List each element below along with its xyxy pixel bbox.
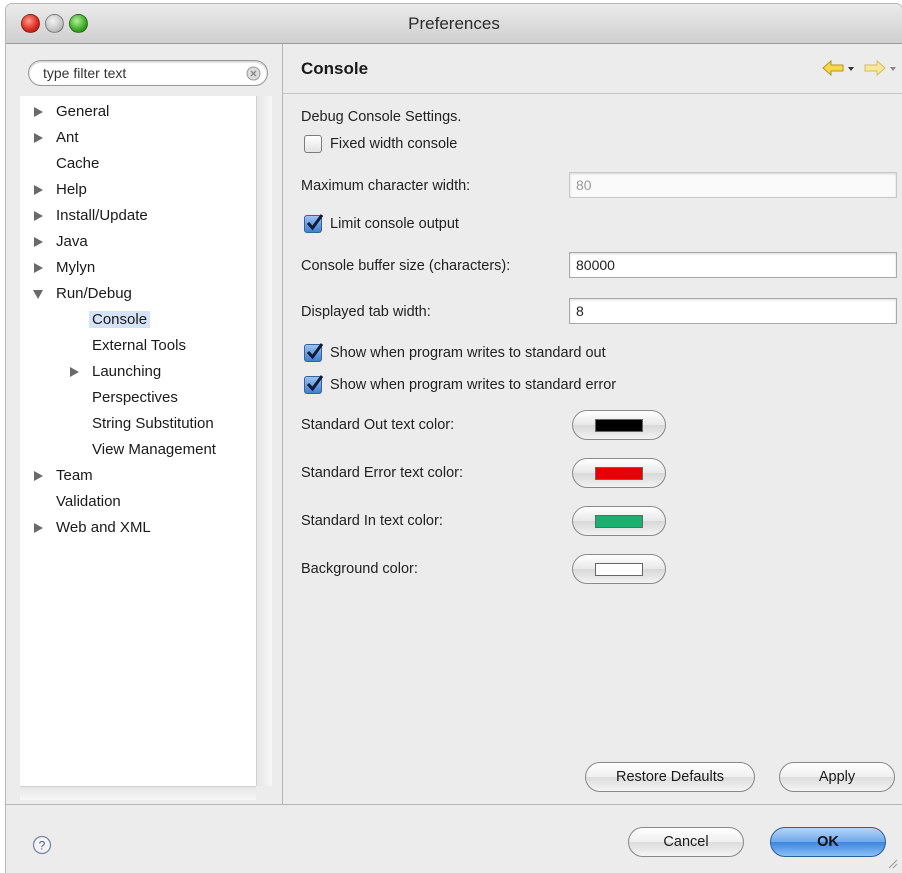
background-color-label: Background color: [301, 561, 418, 577]
tree-item-label: Web and XML [56, 519, 151, 536]
tree-item-java[interactable]: Java [32, 231, 88, 253]
preferences-sidebar: General Ant Cache Help Install/Update Ja… [6, 44, 282, 804]
tree-item-cache[interactable]: Cache [56, 153, 99, 175]
apply-button[interactable]: Apply [779, 762, 895, 792]
tree-item-label: View Management [92, 441, 216, 458]
preferences-tree: General Ant Cache Help Install/Update Ja… [20, 96, 256, 786]
tree-item-label: Mylyn [56, 259, 96, 276]
tree-item-label: General [56, 103, 110, 120]
filter-input[interactable] [43, 64, 243, 82]
fixed-width-checkbox[interactable] [304, 135, 322, 153]
stderr-color-label: Standard Error text color: [301, 465, 463, 481]
buffer-size-field[interactable]: 80000 [569, 252, 897, 278]
expand-arrow-icon[interactable] [32, 106, 44, 118]
tree-item-console[interactable]: Console [89, 309, 151, 331]
tree-item-web-and-xml[interactable]: Web and XML [32, 517, 151, 539]
show-stdout-label: Show when program writes to standard out [330, 345, 606, 361]
limit-output-label: Limit console output [330, 216, 459, 232]
forward-arrow-icon[interactable] [863, 58, 897, 78]
tree-item-perspectives[interactable]: Perspectives [92, 387, 178, 409]
clear-search-icon[interactable] [246, 66, 261, 81]
stdin-color-button[interactable] [572, 506, 666, 536]
svg-text:?: ? [39, 839, 46, 853]
stderr-color-button[interactable] [572, 458, 666, 488]
tree-item-help[interactable]: Help [32, 179, 87, 201]
tree-item-label: Launching [92, 363, 162, 380]
tree-item-team[interactable]: Team [32, 465, 93, 487]
preference-page: Console Debug Console Settings. Fixed wi… [283, 44, 902, 804]
color-swatch [595, 419, 643, 432]
tree-item-label: Team [56, 467, 93, 484]
expand-arrow-icon[interactable] [32, 132, 44, 144]
resize-grip-icon[interactable] [886, 857, 898, 869]
help-icon[interactable]: ? [32, 835, 52, 855]
tab-width-field[interactable]: 8 [569, 298, 897, 324]
limit-output-checkbox[interactable] [304, 214, 324, 233]
expand-arrow-icon[interactable] [32, 236, 44, 248]
tree-item-validation[interactable]: Validation [56, 491, 121, 513]
tree-item-external-tools[interactable]: External Tools [92, 335, 186, 357]
expand-arrow-icon[interactable] [32, 184, 44, 196]
tree-item-general[interactable]: General [32, 101, 109, 123]
tree-vertical-scrollbar[interactable] [256, 96, 272, 786]
background-color-button[interactable] [572, 554, 666, 584]
show-stderr-label: Show when program writes to standard err… [330, 377, 617, 393]
checkmark-icon [306, 375, 324, 392]
color-swatch [595, 515, 643, 528]
cancel-button[interactable]: Cancel [628, 827, 744, 857]
show-stderr-checkbox[interactable] [304, 375, 324, 394]
checkmark-icon [306, 214, 324, 231]
expand-arrow-icon[interactable] [68, 366, 80, 378]
collapse-arrow-icon[interactable] [32, 288, 44, 300]
stdout-color-button[interactable] [572, 410, 666, 440]
expand-arrow-icon[interactable] [32, 470, 44, 482]
tree-item-string-substitution[interactable]: String Substitution [92, 413, 214, 435]
max-char-width-field[interactable]: 80 [569, 172, 897, 198]
tree-item-label: Help [56, 181, 87, 198]
tree-item-ant[interactable]: Ant [32, 127, 79, 149]
tree-item-mylyn[interactable]: Mylyn [32, 257, 95, 279]
tree-item-label: Install/Update [56, 207, 148, 224]
page-header: Console [283, 44, 902, 94]
tree-item-run-debug[interactable]: Run/Debug [32, 283, 132, 305]
tree-item-label: External Tools [92, 337, 186, 354]
stdout-color-label: Standard Out text color: [301, 417, 455, 433]
dialog-button-bar: ? Cancel OK [6, 804, 902, 873]
tab-width-label: Displayed tab width: [301, 304, 431, 320]
buffer-size-label: Console buffer size (characters): [301, 258, 511, 274]
tree-item-label: Perspectives [92, 389, 178, 406]
tree-item-label: Validation [56, 493, 121, 510]
window-title: Preferences [408, 14, 500, 33]
tree-item-install-update[interactable]: Install/Update [32, 205, 148, 227]
tree-item-launching[interactable]: Launching [68, 361, 161, 383]
color-swatch [595, 467, 643, 480]
stdin-color-label: Standard In text color: [301, 513, 443, 529]
checkmark-icon [306, 343, 324, 360]
restore-defaults-button[interactable]: Restore Defaults [585, 762, 755, 792]
back-arrow-icon[interactable] [821, 58, 855, 78]
tree-item-label: Cache [56, 155, 100, 172]
expand-arrow-icon[interactable] [32, 210, 44, 222]
preferences-window: Preferences General Ant Cache [6, 4, 902, 873]
color-swatch [595, 563, 643, 576]
section-label: Debug Console Settings. [301, 109, 462, 125]
tree-item-label: Run/Debug [56, 285, 132, 302]
expand-arrow-icon[interactable] [32, 262, 44, 274]
expand-arrow-icon[interactable] [32, 522, 44, 534]
tree-item-label: Java [56, 233, 88, 250]
page-title: Console [301, 59, 369, 78]
title-bar[interactable]: Preferences [6, 4, 902, 44]
ok-button[interactable]: OK [770, 827, 886, 857]
tree-item-label: Console [89, 311, 151, 328]
filter-search-box[interactable] [28, 60, 268, 86]
show-stdout-checkbox[interactable] [304, 343, 324, 362]
tree-item-view-management[interactable]: View Management [92, 439, 216, 461]
tree-horizontal-scrollbar[interactable] [20, 786, 256, 800]
max-char-width-label: Maximum character width: [301, 178, 471, 194]
fixed-width-label: Fixed width console [330, 136, 458, 152]
tree-item-label: String Substitution [92, 415, 214, 432]
tree-item-label: Ant [56, 129, 79, 146]
